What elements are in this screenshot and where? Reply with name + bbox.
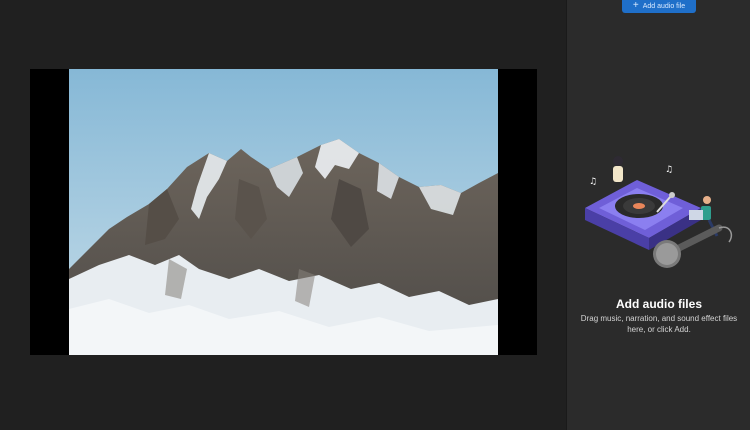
video-preview[interactable] (30, 69, 537, 355)
empty-state-title: Add audio files (615, 297, 702, 311)
add-audio-label: Add audio file (642, 3, 686, 10)
svg-text:♫: ♫ (589, 177, 597, 187)
svg-text:♫: ♫ (665, 165, 673, 175)
video-editor: + Add audio file ♫ ♫ Add audio files Dra… (0, 0, 750, 430)
empty-state-description: Drag music, narration, and sound effect … (580, 314, 738, 334)
preview-area (0, 0, 566, 430)
dj-turntable-illustration: ♫ ♫ (579, 150, 739, 290)
preview-image (69, 69, 498, 355)
audio-panel: + Add audio file ♫ ♫ Add audio files Dra… (566, 0, 750, 430)
add-audio-button[interactable]: + Add audio file (622, 0, 696, 13)
plus-icon: + (632, 0, 639, 11)
